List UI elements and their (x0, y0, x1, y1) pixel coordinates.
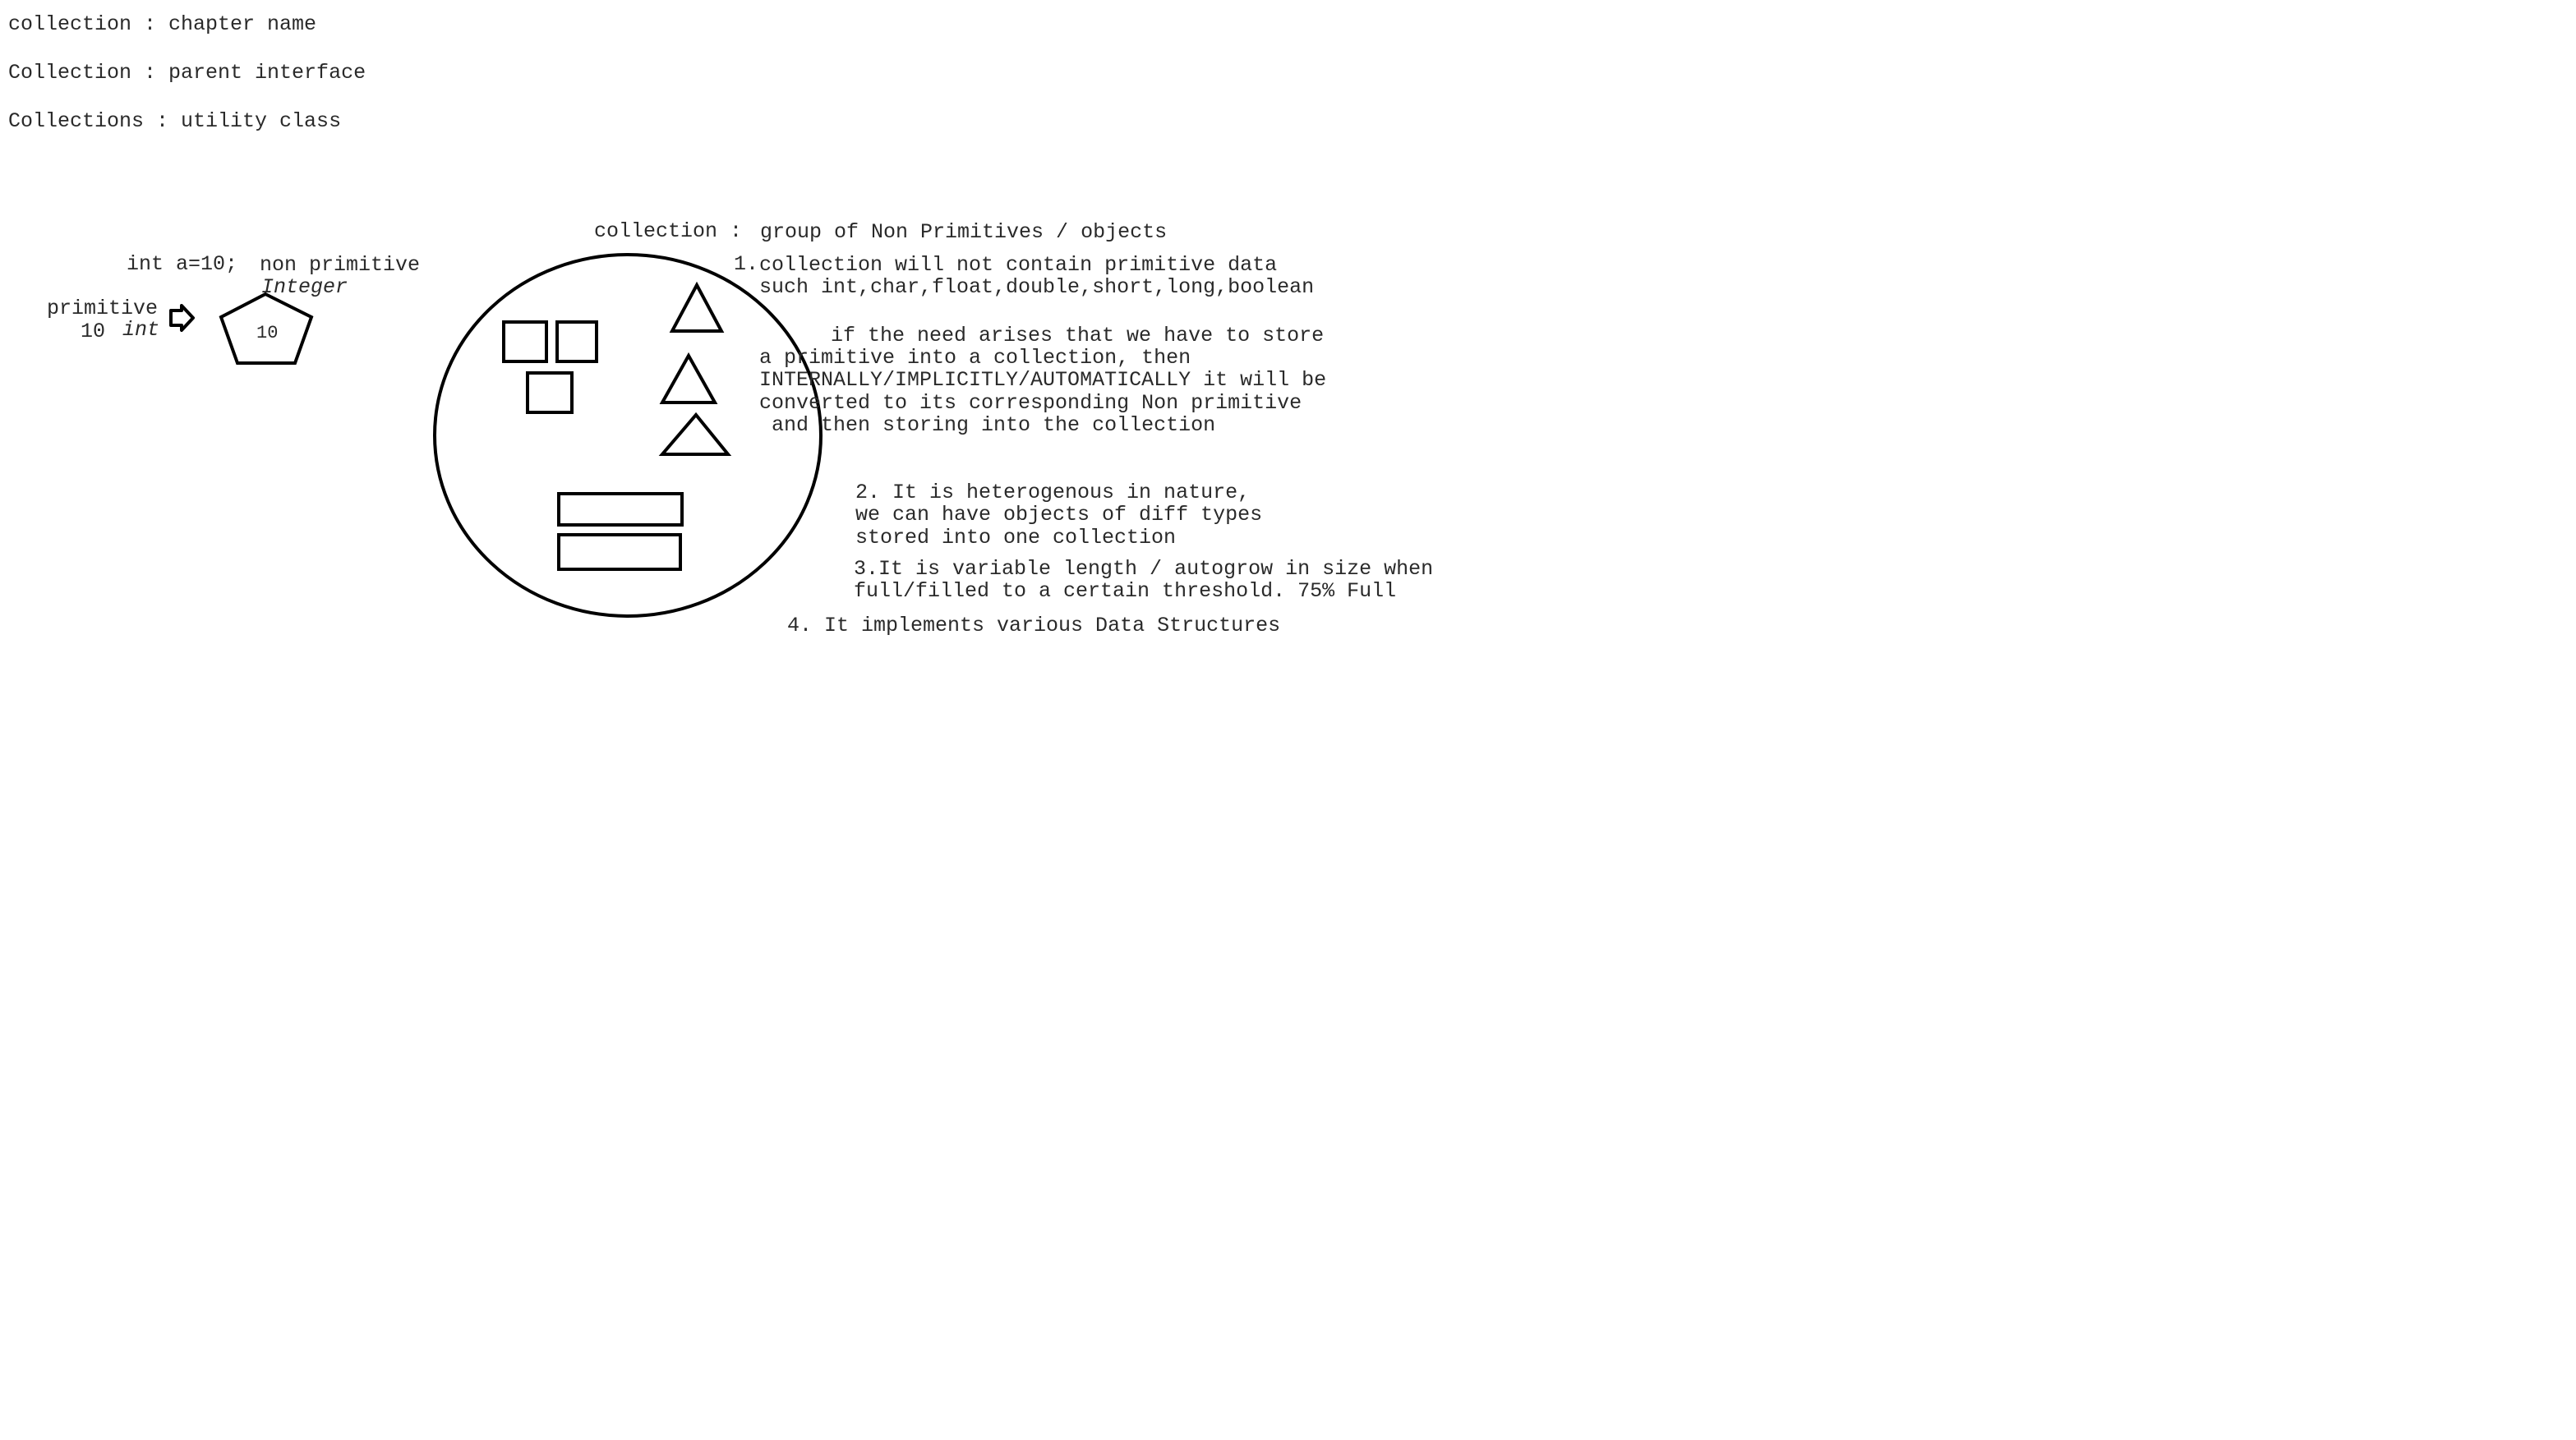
triangle-object (658, 412, 732, 456)
point-4-line: 4. It implements various Data Structures (787, 614, 1280, 637)
point-1-extra-line: and then storing into the collection (759, 413, 1215, 437)
primitive-label: primitive (47, 297, 158, 320)
non-primitive-label: non primitive (260, 253, 420, 277)
definition-collection: collection : chapter name (8, 12, 316, 36)
point-1-extra-line: INTERNALLY/IMPLICITLY/AUTOMATICALLY it w… (759, 368, 1326, 392)
definition-collections-class: Collections : utility class (8, 109, 341, 133)
point-1-line: such int,char,float,double,short,long,bo… (759, 275, 1314, 299)
rectangle-object (557, 533, 682, 571)
point-1-extra-line: if the need arises that we have to store (831, 324, 1324, 347)
point-1-extra-line: converted to its corresponding Non primi… (759, 391, 1302, 415)
point-1-extra-line: a primitive into a collection, then (759, 346, 1191, 370)
square-object (526, 371, 574, 414)
definition-collection-interface: Collection : parent interface (8, 61, 366, 85)
point-2-line: 2. It is heterogenous in nature, (855, 481, 1250, 504)
collection-meaning: group of Non Primitives / objects (760, 220, 1167, 244)
primitive-value: 10 (81, 320, 105, 343)
point-1-number: 1. (734, 252, 758, 276)
diagram-canvas: collection : chapter name Collection : p… (8, 12, 1433, 637)
point-1-line: collection will not contain primitive da… (759, 253, 1277, 277)
object-value: 10 (256, 323, 278, 343)
collection-term: collection : (594, 219, 742, 243)
right-arrow-icon (169, 304, 195, 332)
point-2-line: we can have objects of diff types (855, 503, 1262, 527)
point-3-line: full/filled to a certain threshold. 75% … (854, 579, 1396, 603)
square-object (555, 320, 598, 363)
point-3-line: 3.It is variable length / autogrow in si… (854, 557, 1433, 581)
triangle-object (659, 352, 718, 404)
square-object (502, 320, 548, 363)
primitive-type: int (122, 318, 159, 342)
code-int-a: int a=10; (127, 252, 237, 276)
wrapper-class-label: Integer (261, 275, 348, 299)
point-2-line: stored into one collection (855, 526, 1176, 550)
triangle-object (669, 281, 725, 333)
rectangle-object (557, 492, 684, 527)
